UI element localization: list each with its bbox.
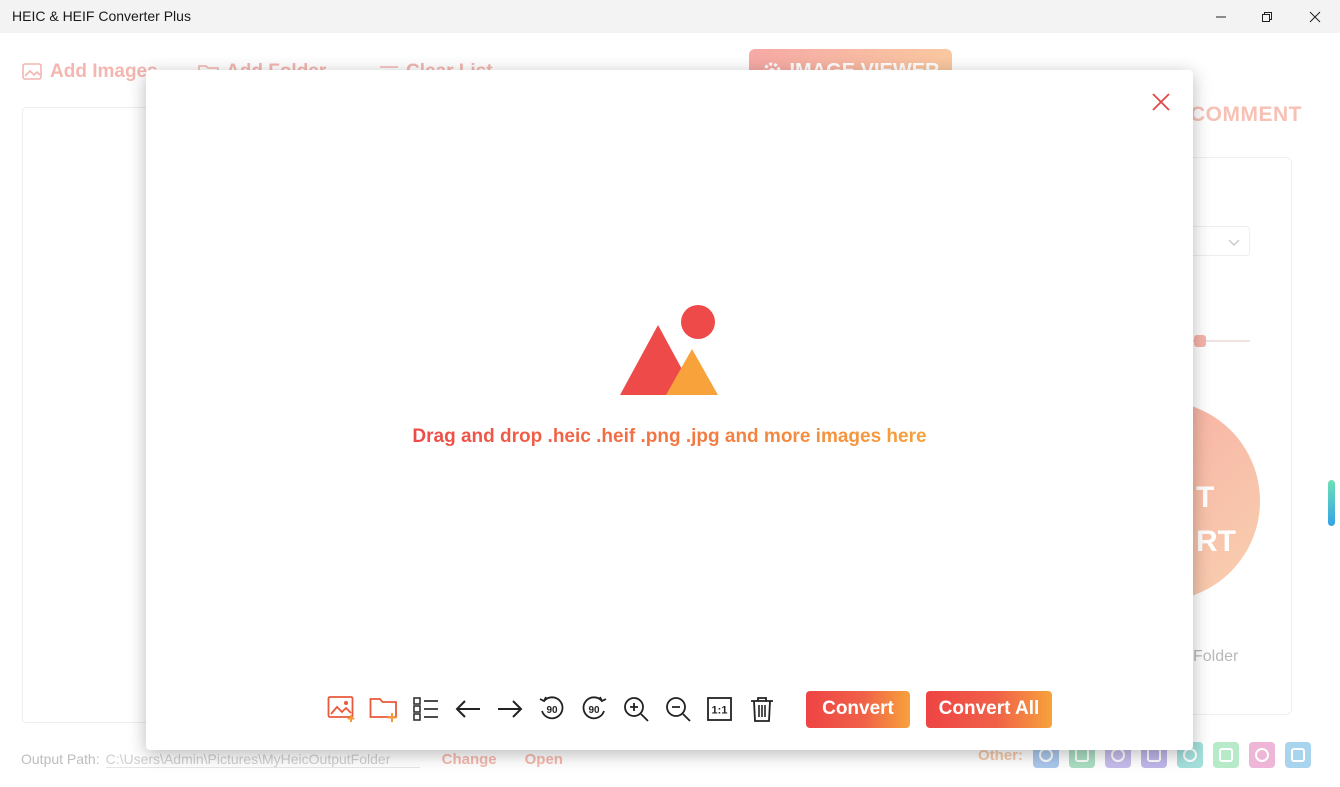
output-path-field[interactable]: C:\Users\Admin\Pictures\MyHeicOutputFold… bbox=[105, 751, 420, 768]
image-placeholder-icon bbox=[620, 305, 718, 395]
app-icon-6-glyph bbox=[1219, 748, 1233, 762]
format-select[interactable] bbox=[1190, 226, 1250, 256]
previous-image-button[interactable] bbox=[452, 693, 484, 725]
app-icon-1-glyph bbox=[1039, 748, 1053, 762]
app-icon-6[interactable] bbox=[1213, 742, 1239, 768]
open-path-button[interactable]: Open bbox=[525, 751, 563, 768]
next-image-button[interactable] bbox=[494, 693, 526, 725]
drop-zone-text: Drag and drop .heic .heif .png .jpg and … bbox=[146, 426, 1193, 448]
output-path-row: Output Path: C:\Users\Admin\Pictures\MyH… bbox=[21, 748, 563, 770]
add-images-button[interactable]: Add Images bbox=[22, 61, 158, 83]
zoom-in-icon bbox=[624, 697, 649, 722]
list-view-icon bbox=[413, 697, 438, 721]
convert-circle-line-1: T bbox=[1196, 481, 1215, 514]
actual-size-icon: 1:1 bbox=[707, 697, 732, 721]
convert-circle-line-2: RT bbox=[1196, 525, 1236, 558]
scroll-indicator[interactable] bbox=[1328, 480, 1335, 526]
file-list-panel bbox=[22, 107, 152, 723]
title-bar: HEIC & HEIF Converter Plus bbox=[0, 0, 1340, 33]
add-image-icon bbox=[327, 696, 355, 722]
app-icon-8-glyph bbox=[1291, 748, 1305, 762]
app-icon-8[interactable] bbox=[1285, 742, 1311, 768]
rotate-left-button[interactable]: 90 bbox=[536, 693, 568, 725]
app-icon-5-glyph bbox=[1183, 748, 1197, 762]
drop-hint: Drag and drop .heic .heif .png .jpg and … bbox=[412, 426, 927, 447]
previous-arrow-icon bbox=[455, 700, 480, 718]
add-folder-button-modal[interactable] bbox=[368, 693, 400, 725]
convert-all-button[interactable]: Convert All bbox=[926, 690, 1052, 728]
add-folder-icon bbox=[369, 698, 397, 722]
close-icon bbox=[1309, 11, 1321, 22]
rotate-left-label: 90 bbox=[546, 705, 558, 716]
zoom-out-button[interactable] bbox=[662, 693, 694, 725]
add-image-button[interactable] bbox=[326, 693, 358, 725]
app-icon-3-glyph bbox=[1111, 748, 1125, 762]
viewer-toolbar: 90 90 1:1 Convert Convert All bbox=[326, 690, 1052, 728]
actual-size-button[interactable]: 1:1 bbox=[704, 693, 736, 725]
minimize-icon bbox=[1216, 16, 1226, 17]
comment-heading: COMMENT bbox=[1190, 103, 1302, 126]
open-folder-label: Folder bbox=[1193, 648, 1239, 665]
close-window-button[interactable] bbox=[1292, 0, 1338, 33]
actual-size-label: 1:1 bbox=[712, 705, 728, 717]
delete-image-button[interactable] bbox=[746, 693, 778, 725]
add-images-label: Add Images bbox=[50, 61, 158, 82]
close-icon bbox=[1152, 93, 1170, 111]
app-icon-7[interactable] bbox=[1249, 742, 1275, 768]
minimize-button[interactable] bbox=[1198, 0, 1244, 33]
zoom-out-icon bbox=[666, 697, 691, 722]
rotate-right-label: 90 bbox=[588, 705, 600, 716]
rotate-left-90-icon: 90 bbox=[539, 696, 564, 720]
output-path-label: Output Path: bbox=[21, 751, 100, 767]
quality-slider-knob[interactable] bbox=[1194, 335, 1206, 347]
restore-icon bbox=[1262, 11, 1272, 22]
rotate-right-button[interactable]: 90 bbox=[578, 693, 610, 725]
zoom-in-button[interactable] bbox=[620, 693, 652, 725]
window-title: HEIC & HEIF Converter Plus bbox=[12, 8, 191, 24]
app-icon-7-glyph bbox=[1255, 748, 1269, 762]
change-path-button[interactable]: Change bbox=[442, 751, 497, 768]
chevron-down-icon bbox=[1228, 239, 1240, 246]
rotate-right-90-icon: 90 bbox=[582, 696, 607, 720]
add-image-icon bbox=[22, 63, 42, 80]
app-icon-4-glyph bbox=[1147, 748, 1161, 762]
convert-button[interactable]: Convert bbox=[806, 690, 910, 728]
delete-icon bbox=[751, 697, 773, 722]
next-arrow-icon bbox=[498, 700, 523, 718]
list-view-button[interactable] bbox=[410, 693, 442, 725]
maximize-button[interactable] bbox=[1244, 0, 1290, 33]
image-viewer-modal: Drag and drop .heic .heif .png .jpg and … bbox=[146, 70, 1193, 750]
close-modal-button[interactable] bbox=[1149, 90, 1173, 114]
app-icon-2-glyph bbox=[1075, 748, 1089, 762]
